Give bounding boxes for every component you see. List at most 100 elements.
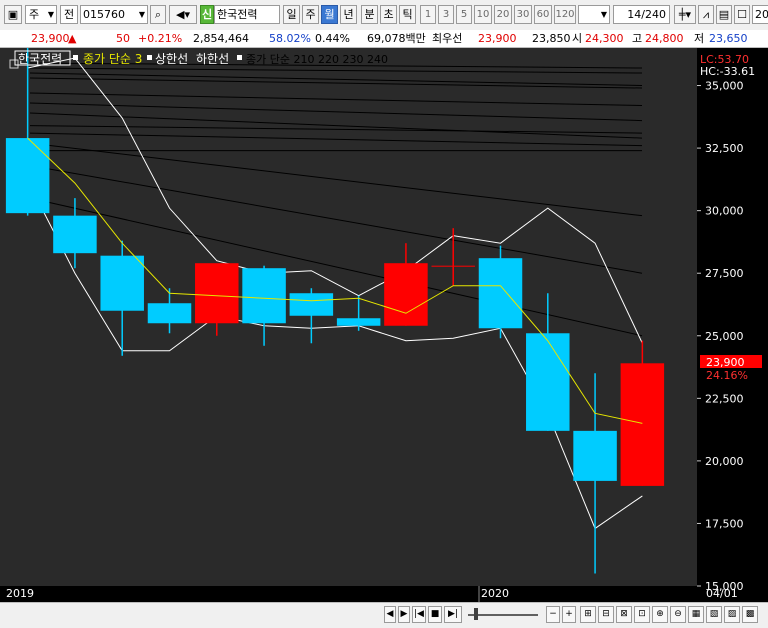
scroll-left-button[interactable]: ◀ — [384, 606, 396, 623]
chart-tool-icon-5[interactable]: ⊕ — [652, 606, 668, 623]
chart-tool-icon-3[interactable]: ⊠ — [616, 606, 632, 623]
period-button-week[interactable]: 주 — [302, 5, 319, 24]
period-button-minute[interactable]: 분 — [361, 5, 378, 24]
count-total: /240 — [641, 8, 666, 21]
save-icon[interactable]: ▤ — [716, 5, 732, 24]
candle-body — [100, 255, 144, 311]
trade-amount: 69,078백만 — [367, 32, 426, 45]
plot-background — [0, 48, 697, 586]
chevron-down-icon: ▼ — [138, 10, 145, 19]
period-button-month[interactable]: 월 — [321, 5, 338, 24]
price-change-pct: +0.21% — [138, 32, 183, 45]
settings-icon[interactable]: ☐ — [734, 5, 750, 24]
period-button-year[interactable]: 년 — [340, 5, 357, 24]
stop-button[interactable]: ■ — [428, 606, 442, 623]
candlestick-chart[interactable]: 35,000 32,500 30,000 27,500 25,000 22,500 20,0… — [0, 48, 768, 602]
best-bid: 23,850 — [532, 32, 571, 45]
chart-tool-icon-4[interactable]: ⊡ — [634, 606, 650, 623]
zoom-slider-thumb[interactable] — [474, 608, 478, 620]
price-change: 50 — [116, 32, 130, 45]
chart-tool-icon-10[interactable]: ▩ — [742, 606, 758, 623]
best-ask: 23,900 — [478, 32, 517, 45]
hc-indicator: HC:-33.61 — [700, 65, 755, 78]
chart-tool-icon-6[interactable]: ⊖ — [670, 606, 686, 623]
current-price: 23,900 — [31, 32, 70, 45]
y-tick-label: 35,000 — [705, 80, 744, 93]
tick-button-3[interactable]: 3 — [438, 5, 454, 24]
count-field[interactable]: 14/240 — [613, 5, 670, 24]
first-page-button[interactable]: |◀ — [412, 606, 426, 623]
legend-long-ma-marker — [237, 55, 242, 60]
top-toolbar: ▣ 주 ▼ 전 015760 ▼ ⌕ ◀▾ 신 한국전력 일 주 월 년 분 초 틱… — [0, 0, 768, 31]
current-change-axis-label: 24.16% — [706, 369, 748, 382]
chevron-down-icon: ▼ — [47, 10, 54, 19]
window-icon[interactable]: ▣ — [4, 5, 22, 24]
legend-ma-marker — [73, 55, 78, 60]
speaker-icon[interactable]: ◀▾ — [169, 5, 197, 24]
legend-stock-name: 한국전력 — [18, 52, 62, 66]
right-field[interactable]: 20 — [752, 5, 768, 24]
y-tick-label: 32,500 — [705, 142, 744, 155]
count-value: 14 — [627, 8, 642, 21]
candle-body — [289, 293, 334, 316]
volume: 2,854,464 — [193, 32, 249, 45]
low-price: 23,650 — [709, 32, 748, 45]
y-tick-label: 30,000 — [705, 205, 744, 218]
chart-tool-icon-2[interactable]: ⊟ — [598, 606, 614, 623]
scroll-right-button[interactable]: ▶ — [398, 606, 410, 623]
y-tick-label: 17,500 — [705, 517, 744, 530]
tick-button-120[interactable]: 120 — [554, 5, 576, 24]
candle-body — [195, 263, 239, 324]
current-price-axis-label: 23,900 — [706, 356, 745, 369]
last-page-button[interactable]: ▶| — [444, 606, 462, 623]
candle-body — [573, 430, 617, 481]
x-label-2019: 2019 — [6, 587, 34, 600]
period-button-second[interactable]: 초 — [380, 5, 397, 24]
period-button-tick[interactable]: 틱 — [399, 5, 416, 24]
x-axis-background — [0, 586, 768, 602]
period-button-day[interactable]: 일 — [283, 5, 300, 24]
up-arrow-icon: ▲ — [68, 32, 77, 45]
candle-body — [336, 318, 381, 326]
legend-env-marker — [147, 55, 152, 60]
candle-body — [384, 263, 428, 326]
period-select-value: 주 — [29, 8, 40, 21]
open-label: 시 — [572, 32, 583, 45]
search-icon[interactable]: ⌕ — [150, 5, 166, 24]
tick-button-20[interactable]: 20 — [494, 5, 512, 24]
period-select[interactable]: 주 ▼ — [25, 5, 57, 24]
custom-period-select[interactable]: ▼ — [578, 5, 610, 24]
indicator-icon[interactable]: ⩘ — [698, 5, 714, 24]
candle-body — [526, 333, 570, 431]
tick-button-30[interactable]: 30 — [514, 5, 532, 24]
zoom-out-button[interactable]: − — [546, 606, 560, 623]
tick-button-1[interactable]: 1 — [420, 5, 436, 24]
y-tick-label: 25,000 — [705, 330, 744, 343]
chart-tool-icon-8[interactable]: ▧ — [706, 606, 722, 623]
zoom-slider[interactable] — [468, 607, 538, 622]
best-quote-label: 최우선 — [432, 32, 463, 45]
zoom-in-button[interactable]: + — [562, 606, 576, 623]
legend-long-ma: 종가 단순 210 220 230 240 — [246, 53, 388, 66]
turnover-rate: 0.44% — [315, 32, 350, 45]
new-badge: 신 — [200, 5, 214, 24]
market-select[interactable]: 전 — [60, 5, 78, 24]
chart-tool-icon-9[interactable]: ▨ — [724, 606, 740, 623]
stock-code-input[interactable]: 015760 ▼ — [80, 5, 148, 24]
stock-name-field[interactable]: 한국전력 — [214, 5, 280, 24]
chevron-down-icon: ▼ — [600, 10, 607, 19]
high-label: 고 — [632, 32, 643, 45]
x-label-date: 04/01 — [706, 587, 738, 600]
chart-tool-icon-1[interactable]: ⊞ — [580, 606, 596, 623]
tick-button-10[interactable]: 10 — [474, 5, 492, 24]
tick-button-60[interactable]: 60 — [534, 5, 552, 24]
candle-type-icon[interactable]: ╪▾ — [674, 5, 696, 24]
bottom-navigation-bar: ◀ ▶ |◀ ■ ▶| − + ⊞ ⊟ ⊠ ⊡ ⊕ ⊖ ▦ ▧ ▨ ▩ — [0, 602, 768, 628]
chart-tool-icon-7[interactable]: ▦ — [688, 606, 704, 623]
candle-body — [242, 268, 286, 324]
price-info-bar: 23,900 ▲ 50 +0.21% 2,854,464 58.02% 0.44… — [0, 30, 768, 48]
high-price: 24,800 — [645, 32, 684, 45]
chart-area[interactable]: 35,000 32,500 30,000 27,500 25,000 22,500 20,0… — [0, 48, 768, 602]
tick-button-5[interactable]: 5 — [456, 5, 472, 24]
low-label: 저 — [694, 32, 705, 45]
